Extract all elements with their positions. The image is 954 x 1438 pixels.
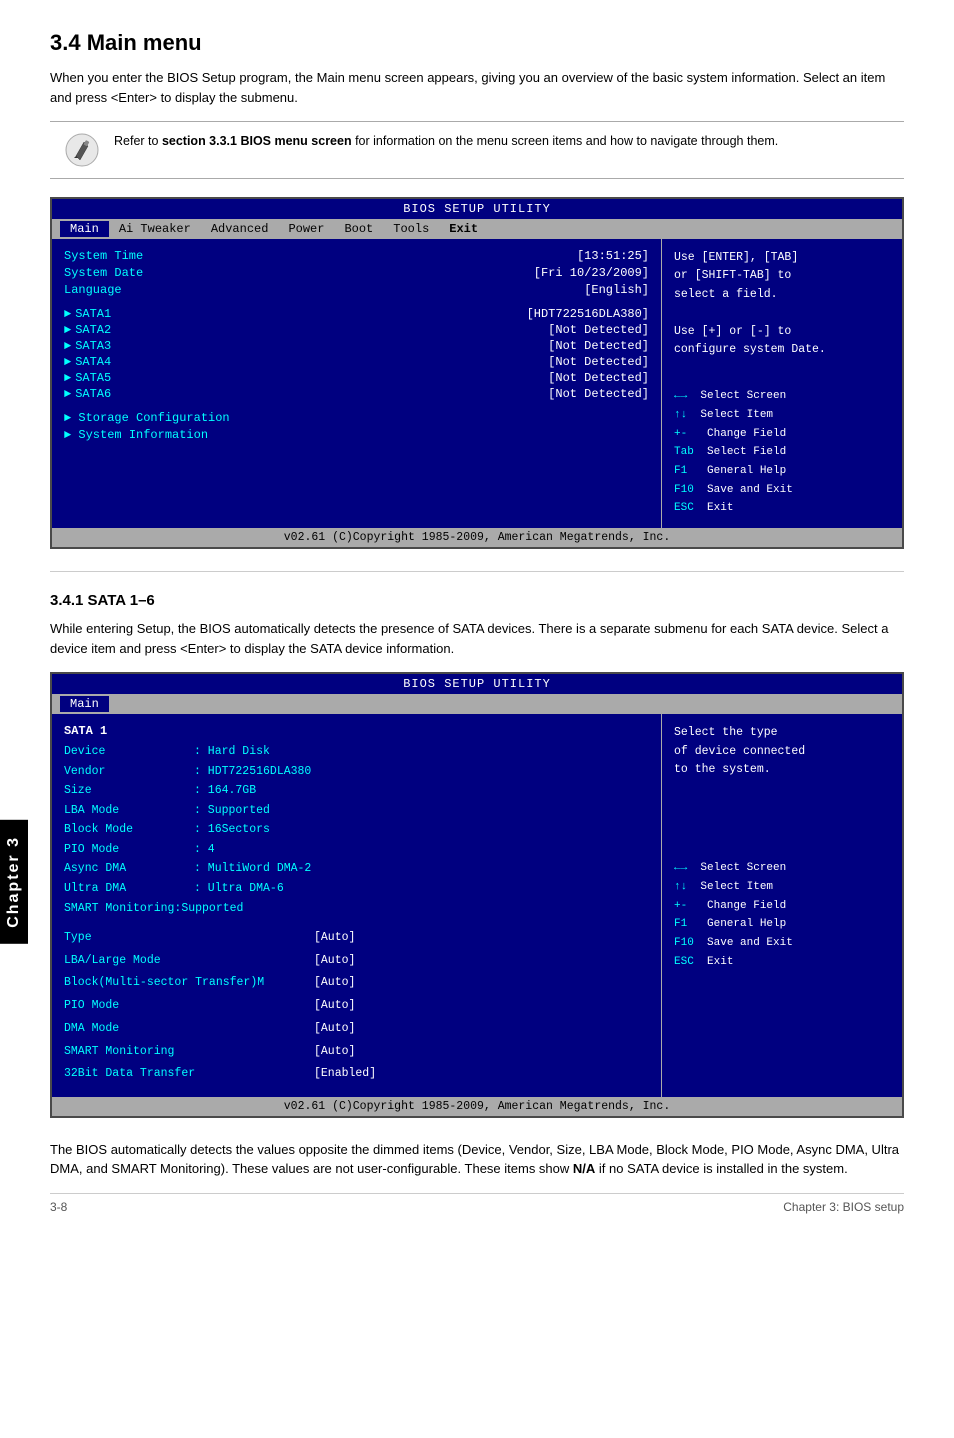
page-footer: 3-8 Chapter 3: BIOS setup: [50, 1193, 904, 1214]
bios-main-footer: v02.61 (C)Copyright 1985-2009, American …: [52, 528, 902, 547]
bios-sata-title: BIOS SETUP UTILITY: [52, 674, 902, 694]
bios-menu-power: Power: [278, 221, 334, 237]
bios-main-keys: ←→ Select Screen ↑↓ Select Item +- Chang…: [674, 387, 890, 518]
bios-storage-config: Storage Configuration: [78, 411, 229, 425]
section-divider: [50, 571, 904, 572]
bios-sata3-value: [Not Detected]: [548, 339, 649, 353]
bios-language-label: Language: [64, 283, 122, 297]
section-34-heading: 3.4 Main menu: [50, 30, 904, 56]
bios-system-time-value: [13:51:25]: [577, 249, 649, 263]
bios-submenu-group: ► Storage Configuration ► System Informa…: [64, 411, 649, 442]
bios-sata-body: SATA 1 Device: Hard Disk Vendor: HDT7225…: [52, 714, 902, 1097]
note-icon: [64, 132, 100, 168]
bios-system-info-group: System Time [13:51:25] System Date [Fri …: [64, 249, 649, 297]
bios-sata3-label: SATA3: [75, 339, 111, 353]
bios-main-body: System Time [13:51:25] System Date [Fri …: [52, 239, 902, 528]
section-34-description: When you enter the BIOS Setup program, t…: [50, 68, 904, 107]
bios-system-info: System Information: [78, 428, 208, 442]
section-341-description: While entering Setup, the BIOS automatic…: [50, 619, 904, 658]
bios-sata5-value: [Not Detected]: [548, 371, 649, 385]
bios-main-right: Use [ENTER], [TAB] or [SHIFT-TAB] to sel…: [662, 239, 902, 528]
section-341-footer-text: The BIOS automatically detects the value…: [50, 1140, 904, 1179]
bios-sata-menubar: Main: [52, 694, 902, 714]
bios-sata-menu-main: Main: [60, 696, 109, 712]
bios-sata-help: Select the type of device connected to t…: [674, 724, 890, 779]
bios-menu-aitweaker: Ai Tweaker: [109, 221, 201, 237]
bios-language-value: [English]: [584, 283, 649, 297]
bios-sata-right: Select the type of device connected to t…: [662, 714, 902, 1097]
bios-sata2-value: [Not Detected]: [548, 323, 649, 337]
bios-sata5-label: SATA5: [75, 371, 111, 385]
bios-menu-boot: Boot: [334, 221, 383, 237]
chapter-sidebar: Chapter 3: [0, 820, 28, 944]
bios-sata6-value: [Not Detected]: [548, 387, 649, 401]
bios-main-menubar: Main Ai Tweaker Advanced Power Boot Tool…: [52, 219, 902, 239]
note-box-34: Refer to section 3.3.1 BIOS menu screen …: [50, 121, 904, 179]
bios-system-date-value: [Fri 10/23/2009]: [534, 266, 649, 280]
bios-system-time-label: System Time: [64, 249, 143, 263]
bios-sata6-label: SATA6: [75, 387, 111, 401]
bios-sata-group: ► SATA1 [HDT722516DLA380] ► SATA2 [Not D…: [64, 307, 649, 401]
bios-sata-device-info: Device: Hard Disk Vendor: HDT722516DLA38…: [64, 742, 649, 918]
bios-sata-left: SATA 1 Device: Hard Disk Vendor: HDT7225…: [52, 714, 662, 1097]
bios-menu-tools: Tools: [383, 221, 439, 237]
note-text-34: Refer to section 3.3.1 BIOS menu screen …: [114, 132, 778, 151]
bios-sata4-value: [Not Detected]: [548, 355, 649, 369]
bios-sata-screen: BIOS SETUP UTILITY Main SATA 1 Device: H…: [50, 672, 904, 1118]
bios-sata1-label: SATA1: [75, 307, 111, 321]
bios-sata-footer: v02.61 (C)Copyright 1985-2009, American …: [52, 1097, 902, 1116]
bios-system-date-label: System Date: [64, 266, 143, 280]
footer-chapter: Chapter 3: BIOS setup: [783, 1200, 904, 1214]
bios-sata-config-items: Type [Auto] LBA/Large Mode [Auto] Block(…: [64, 928, 649, 1085]
bios-sata-section-label: SATA 1: [64, 724, 649, 738]
bios-main-screen: BIOS SETUP UTILITY Main Ai Tweaker Advan…: [50, 197, 904, 549]
bios-main-left: System Time [13:51:25] System Date [Fri …: [52, 239, 662, 528]
bios-sata1-value: [HDT722516DLA380]: [527, 307, 649, 321]
bios-main-title: BIOS SETUP UTILITY: [52, 199, 902, 219]
section-341-heading: 3.4.1 SATA 1–6: [50, 592, 904, 609]
bios-sata4-label: SATA4: [75, 355, 111, 369]
bios-sata-keys: ←→ Select Screen ↑↓ Select Item +- Chang…: [674, 859, 890, 971]
bios-main-help: Use [ENTER], [TAB] or [SHIFT-TAB] to sel…: [674, 249, 890, 359]
bios-sata2-label: SATA2: [75, 323, 111, 337]
bios-menu-main: Main: [60, 221, 109, 237]
bios-menu-exit: Exit: [439, 221, 488, 237]
bios-menu-advanced: Advanced: [201, 221, 279, 237]
footer-page-number: 3-8: [50, 1200, 67, 1214]
